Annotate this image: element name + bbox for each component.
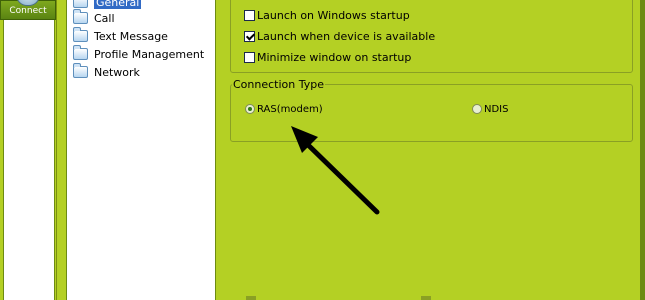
tree-item-label: General [94,0,142,9]
tree-item-profile-management[interactable]: Profile Management [73,45,205,62]
launch-on-startup-label: Launch on Windows startup [257,8,410,22]
left-toolbar: Connect [0,0,57,300]
ndis-option[interactable]: NDIS [472,101,508,117]
bottom-control-stub [421,296,431,300]
folder-icon [73,27,88,42]
folder-icon [73,0,88,8]
tree-item-label: Call [94,11,115,25]
launch-when-device-available-label: Launch when device is available [257,29,436,43]
launch-on-startup-option[interactable]: Launch on Windows startup [244,7,410,23]
launch-on-startup-checkbox[interactable] [244,9,255,21]
launch-when-device-available-option[interactable]: Launch when device is available [244,28,435,44]
tree-item-label: Profile Management [94,47,205,61]
ndis-label: NDIS [484,103,509,115]
connection-type-legend: Connection Type [232,78,326,91]
tree-item-network[interactable]: Network [73,63,140,80]
tree-item-call[interactable]: Call [73,9,115,26]
tree-item-label: Text Message [94,29,168,43]
minimize-on-startup-checkbox[interactable] [244,51,255,63]
tree-item-label: Network [94,65,140,79]
folder-icon [73,63,88,78]
minimize-on-startup-label: Minimize window on startup [257,50,412,64]
left-panel [3,20,55,300]
ras-modem-option[interactable]: RAS(modem) [245,101,323,117]
tree-item-general[interactable]: General [73,0,142,10]
window-right-border [640,0,645,300]
minimize-on-startup-option[interactable]: Minimize window on startup [244,49,411,65]
ras-modem-radio[interactable] [245,104,255,114]
connect-label: Connect [9,6,47,16]
launch-when-device-available-checkbox[interactable] [244,30,255,42]
settings-tree: General Call Text Message Profile Manage… [66,0,216,300]
folder-icon [73,9,88,24]
folder-icon [73,45,88,60]
ndis-radio[interactable] [472,104,482,114]
tree-item-text-message[interactable]: Text Message [73,27,168,44]
connect-button[interactable]: Connect [0,0,56,20]
bottom-control-stub [246,296,256,300]
ras-modem-label: RAS(modem) [257,103,323,115]
